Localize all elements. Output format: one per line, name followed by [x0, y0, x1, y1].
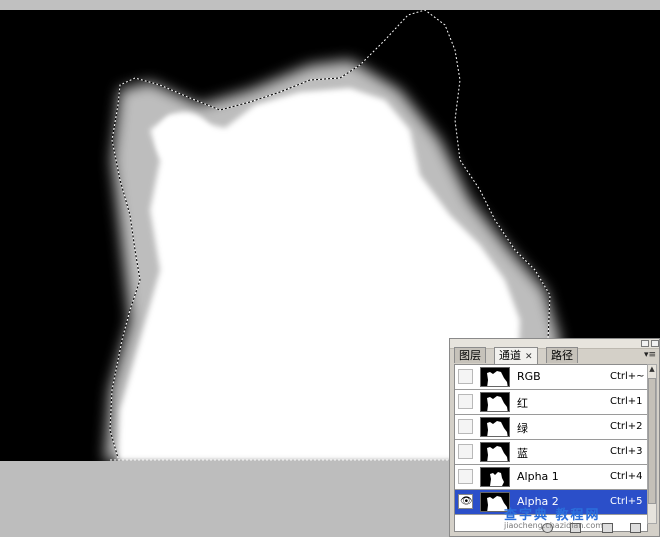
workspace-top-strip — [0, 0, 660, 10]
scroll-up-icon[interactable]: ▲ — [648, 365, 656, 373]
tab-channels[interactable]: 通道 ✕ — [494, 347, 538, 364]
channel-row-red[interactable]: 红 Ctrl+1 — [455, 390, 647, 415]
tab-label: 图层 — [459, 349, 481, 362]
close-icon[interactable] — [651, 340, 659, 347]
channel-name: RGB — [517, 370, 541, 383]
channel-shortcut: Ctrl+2 — [610, 421, 643, 432]
channel-row-green[interactable]: 绿 Ctrl+2 — [455, 415, 647, 440]
eye-icon: 👁 — [460, 496, 473, 507]
visibility-toggle[interactable]: 👁 — [458, 494, 473, 509]
channel-thumbnail — [480, 442, 510, 462]
visibility-toggle[interactable] — [458, 419, 473, 434]
channel-name: Alpha 1 — [517, 470, 559, 483]
tab-label: 路径 — [551, 349, 573, 362]
tab-close-icon[interactable]: ✕ — [525, 352, 533, 362]
tab-label: 通道 — [499, 349, 521, 362]
tab-layers[interactable]: 图层 — [454, 347, 486, 363]
scroll-thumb[interactable] — [648, 378, 656, 504]
panel-menu-icon[interactable]: ▾≡ — [644, 350, 656, 360]
channel-scrollbar[interactable]: ▲ — [647, 364, 657, 524]
channel-thumbnail — [480, 467, 510, 487]
channel-thumbnail — [480, 417, 510, 437]
tab-paths[interactable]: 路径 — [546, 347, 578, 363]
channel-name: 绿 — [517, 422, 528, 435]
channel-shortcut: Ctrl+3 — [610, 446, 643, 457]
channel-shortcut: Ctrl+5 — [610, 496, 643, 507]
channel-row-rgb[interactable]: RGB Ctrl+~ — [455, 365, 647, 390]
minimize-icon[interactable] — [641, 340, 649, 347]
watermark-url: jiaocheng.chazidian.com — [504, 521, 604, 530]
delete-channel-icon[interactable] — [630, 523, 641, 533]
channel-shortcut: Ctrl+4 — [610, 471, 643, 482]
channel-shortcut: Ctrl+1 — [610, 396, 643, 407]
channel-name: 红 — [517, 397, 528, 410]
visibility-toggle[interactable] — [458, 444, 473, 459]
channel-row-alpha-1[interactable]: Alpha 1 Ctrl+4 — [455, 465, 647, 490]
channel-name: 蓝 — [517, 447, 528, 460]
channel-thumbnail — [480, 367, 510, 387]
visibility-toggle[interactable] — [458, 394, 473, 409]
channel-row-blue[interactable]: 蓝 Ctrl+3 — [455, 440, 647, 465]
panel-tabs: 图层 通道 ✕ 路径 — [454, 347, 654, 364]
visibility-toggle[interactable] — [458, 369, 473, 384]
visibility-toggle[interactable] — [458, 469, 473, 484]
channel-shortcut: Ctrl+~ — [610, 371, 645, 382]
channel-thumbnail — [480, 392, 510, 412]
new-channel-icon[interactable] — [602, 523, 613, 533]
